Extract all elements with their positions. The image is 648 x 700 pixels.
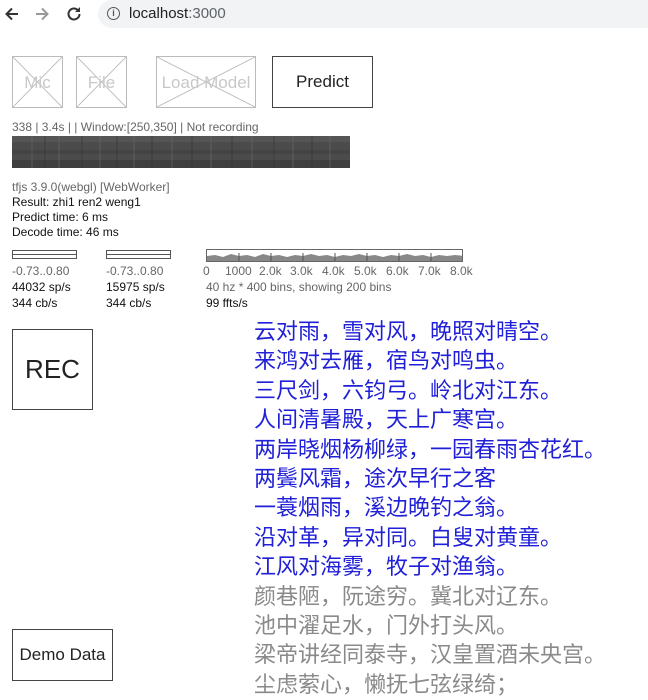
resampled-level-meter [106,250,171,259]
tfjs-info: tfjs 3.9.0(webgl) [WebWorker] [12,180,170,194]
recognized-line: 来鸿对去雁，宿鸟对鸣虫。 [254,349,519,375]
fft-tick: 8.0k [450,264,473,278]
url-text: localhost:3000 [129,5,226,22]
mic-label: Mic [24,73,51,92]
fft-tick: 1000 [225,264,252,278]
meter-range: -0.73..0.80 [106,264,164,278]
fft-tick: 4.0k [322,264,345,278]
back-button[interactable] [2,4,22,24]
load-model-button[interactable]: Load Model [156,56,256,108]
recognized-line: 云对雨，雪对风，晚照对晴空。 [254,320,563,345]
fft-tick: 0 [203,264,210,278]
input-level-meter [12,250,77,259]
spectrogram-texture [12,136,350,168]
recognized-line: 一蓑烟雨，溪边晚钓之翁。 [254,496,519,522]
arrow-right-icon [36,7,49,21]
fft-tick: 7.0k [418,264,441,278]
recognized-line: 两岸晓烟杨柳绿，一园春雨杏花红。 [254,437,607,463]
recognized-line: 三尺剑，六钧弓。岭北对江东。 [254,378,563,404]
demo-data-label: Demo Data [19,645,106,664]
meter-sample-rate: 44032 sp/s [12,280,71,294]
meter-callback-rate: 344 cb/s [12,296,58,310]
recognized-line: 沿对革，异对同。白叟对黄童。 [254,525,563,551]
reload-button[interactable] [64,4,84,24]
fft-spectrum [206,249,463,262]
predict-button[interactable]: Predict [272,56,373,108]
forward-button[interactable] [32,4,52,24]
meter-range: -0.73..0.80 [12,264,70,278]
reload-icon [67,7,81,21]
pending-line: 梁帝讲经同泰寺，汉皇置酒未央宫。 [254,643,607,669]
fft-info: 40 hz * 400 bins, showing 200 bins [206,280,392,294]
meter-callback-rate: 344 cb/s [106,296,152,310]
pending-line: 颜巷陋，阮途穷。冀北对辽东。 [254,584,563,610]
mic-button[interactable]: Mic [12,56,63,108]
rec-label: REC [25,354,80,384]
rec-button[interactable]: REC [12,329,93,410]
recognized-line: 江风对海雾，牧子对渔翁。 [254,555,519,581]
arrow-left-icon [5,7,18,21]
fft-tick: 3.0k [290,264,313,278]
result-text: Result: zhi1 ren2 weng1 [12,195,141,209]
pending-line: 池中濯足水，门外打头风。 [254,614,519,640]
fft-waveform [207,253,462,261]
address-bar[interactable]: i localhost:3000 [98,0,648,28]
decode-time: Decode time: 46 ms [12,225,119,239]
fft-rate: 99 ffts/s [206,296,248,310]
fft-tick: 6.0k [386,264,409,278]
browser-toolbar: i localhost:3000 [0,0,648,30]
status-line: 338 | 3.4s | | Window:[250,350] | Not re… [12,120,259,134]
meter-sample-rate: 15975 sp/s [106,280,165,294]
file-label: File [87,73,116,92]
recognized-line: 两鬓风霜，途次早行之客 [254,467,497,493]
spectrogram [12,136,350,168]
recognized-line: 人间清暑殿，天上广寒宫。 [254,408,519,434]
predict-label: Predict [296,72,349,91]
fft-tick: 2.0k [259,264,282,278]
pending-line: 尘虑萦心，懒抚七弦绿绮； [254,672,519,698]
demo-data-button[interactable]: Demo Data [12,629,113,681]
predict-time: Predict time: 6 ms [12,210,109,224]
load-model-label: Load Model [161,73,251,92]
transcript-area: 云对雨，雪对风，晚照对晴空。 来鸿对去雁，宿鸟对鸣虫。 三尺剑，六钧弓。岭北对江… [254,318,606,700]
fft-tick: 5.0k [354,264,377,278]
file-button[interactable]: File [76,56,127,108]
info-icon[interactable]: i [107,7,120,20]
